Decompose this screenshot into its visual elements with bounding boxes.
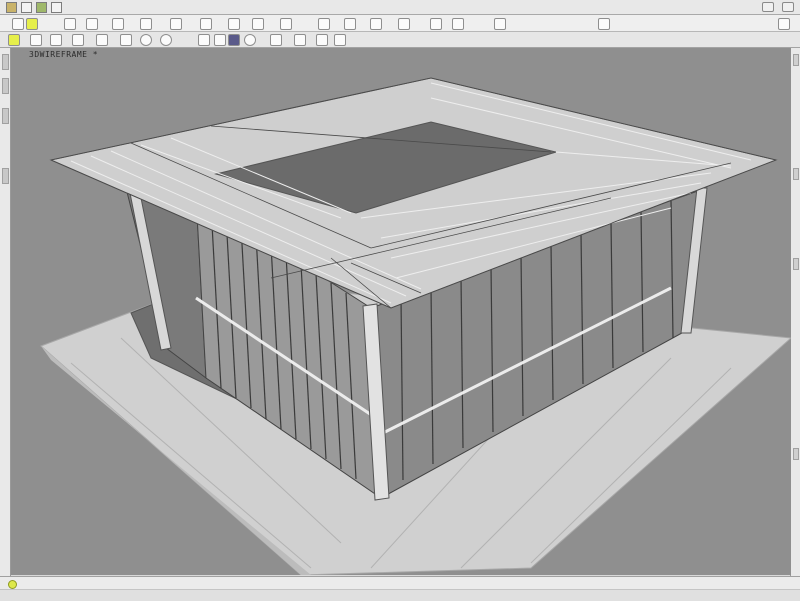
view-section-icon[interactable] (270, 34, 282, 46)
dock-tab[interactable] (793, 54, 799, 66)
tool-print-icon[interactable] (86, 18, 98, 30)
dock-tab[interactable] (2, 108, 9, 124)
view-iso-icon[interactable] (96, 34, 108, 46)
tool-zoom-icon[interactable] (252, 18, 264, 30)
tool-undo-icon[interactable] (112, 18, 124, 30)
command-line[interactable] (0, 589, 800, 601)
view-top-icon[interactable] (30, 34, 42, 46)
view-side-icon[interactable] (72, 34, 84, 46)
tool-cut-icon[interactable] (170, 18, 182, 30)
tool-render-icon[interactable] (344, 18, 356, 30)
main-toolbar (0, 15, 800, 32)
tool-paste-icon[interactable] (228, 18, 240, 30)
tool-save-icon[interactable] (64, 18, 76, 30)
tool-open-icon[interactable] (26, 18, 38, 30)
view-material-icon[interactable] (214, 34, 226, 46)
view-home-icon[interactable] (8, 34, 20, 46)
dock-tab[interactable] (2, 78, 9, 94)
view-wireframe-icon[interactable] (160, 34, 172, 46)
maximize-button[interactable] (782, 2, 794, 12)
tool-grid-icon[interactable] (430, 18, 442, 30)
tool-help-icon[interactable] (778, 18, 790, 30)
building-model[interactable] (11, 48, 791, 575)
open-file-icon[interactable] (36, 2, 47, 13)
tool-pan-icon[interactable] (280, 18, 292, 30)
status-bar (0, 576, 800, 601)
tool-orbit-icon[interactable] (318, 18, 330, 30)
view-light-icon[interactable] (244, 34, 256, 46)
dock-tab[interactable] (2, 54, 9, 70)
model-viewport[interactable]: 3DWIREFRAME * (11, 48, 791, 575)
left-dock (0, 48, 11, 578)
window-controls (762, 2, 794, 12)
view-shaded-icon[interactable] (140, 34, 152, 46)
dock-tab[interactable] (2, 168, 9, 184)
dock-tab[interactable] (793, 258, 799, 270)
tool-copy-icon[interactable] (200, 18, 212, 30)
view-perspective-icon[interactable] (120, 34, 132, 46)
tool-layers-icon[interactable] (370, 18, 382, 30)
status-indicator-icon (8, 580, 17, 589)
view-camera-icon[interactable] (228, 34, 240, 46)
tool-properties-icon[interactable] (398, 18, 410, 30)
right-dock (790, 48, 800, 578)
tool-snap-icon[interactable] (452, 18, 464, 30)
dock-tab[interactable] (793, 448, 799, 460)
minimize-button[interactable] (762, 2, 774, 12)
view-clip-icon[interactable] (294, 34, 306, 46)
title-bar (0, 0, 800, 15)
view-toolbar (0, 32, 800, 48)
tool-settings-icon[interactable] (598, 18, 610, 30)
view-export-icon[interactable] (316, 34, 328, 46)
app-icon[interactable] (6, 2, 17, 13)
tool-new-icon[interactable] (12, 18, 24, 30)
tool-measure-icon[interactable] (494, 18, 506, 30)
tool-redo-icon[interactable] (140, 18, 152, 30)
view-options-icon[interactable] (334, 34, 346, 46)
dock-tab[interactable] (793, 168, 799, 180)
save-icon[interactable] (51, 2, 62, 13)
view-front-icon[interactable] (50, 34, 62, 46)
quick-access-toolbar (6, 2, 62, 13)
view-hidden-icon[interactable] (198, 34, 210, 46)
new-file-icon[interactable] (21, 2, 32, 13)
